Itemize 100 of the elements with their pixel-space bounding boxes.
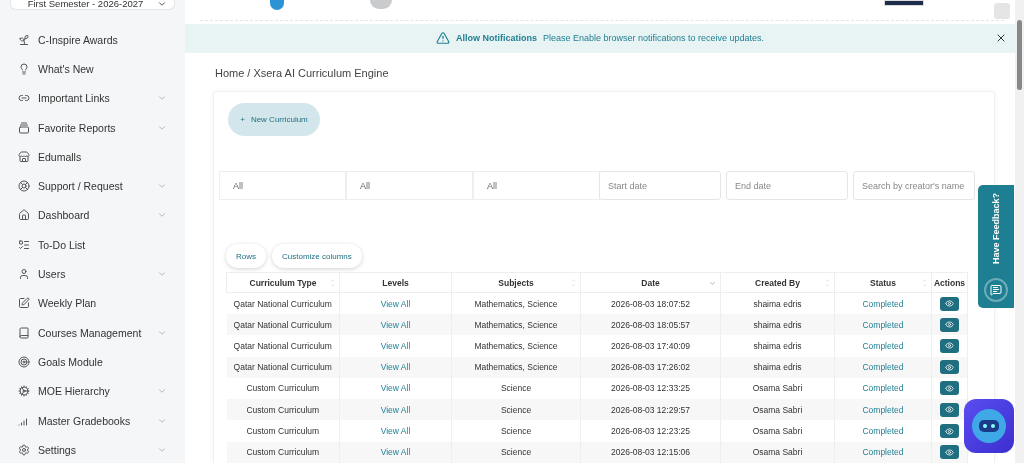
- view-button[interactable]: [940, 338, 959, 353]
- table-cell: Science: [500, 383, 532, 394]
- column-header[interactable]: Levels: [339, 272, 452, 293]
- status-link[interactable]: Completed: [862, 383, 904, 394]
- notification-title: Allow Notifications: [455, 33, 537, 44]
- table-option-button[interactable]: Rows: [226, 244, 266, 269]
- sidebar-icon: [18, 443, 30, 456]
- chatbot-button[interactable]: [964, 399, 1014, 453]
- caret-icon: [157, 0, 168, 9]
- scrollbar[interactable]: [1015, 0, 1024, 463]
- sidebar-item[interactable]: MOE Hierarchy: [10, 376, 175, 406]
- filter-select[interactable]: All: [219, 171, 346, 201]
- sidebar-item[interactable]: Dashboard: [10, 200, 175, 231]
- table-cell: 2026-08-03 12:29:57: [611, 404, 690, 415]
- view-button[interactable]: [940, 317, 959, 332]
- column-header[interactable]: Status: [834, 272, 932, 293]
- sidebar-item[interactable]: Weekly Plan: [10, 288, 175, 318]
- breadcrumb-item: Xsera AI Curriculum Engine: [253, 67, 389, 80]
- breadcrumb-separator: /: [247, 67, 251, 80]
- notification-message: Please Enable browser notifications to receive updates.: [542, 33, 765, 44]
- table-cell: 2026-08-03 17:26:02: [611, 362, 690, 373]
- eye-icon: [945, 341, 954, 351]
- table-cell: Science: [500, 426, 532, 437]
- table-cell: Osama Sabri: [752, 404, 803, 415]
- message-icon: [984, 278, 1008, 302]
- column-header[interactable]: Actions: [931, 272, 968, 293]
- view-all-link[interactable]: View All: [380, 319, 411, 330]
- new-curriculum-button[interactable]: + New Curriculum: [228, 103, 320, 137]
- status-link[interactable]: Completed: [862, 298, 904, 309]
- column-header[interactable]: Curriculum Type: [226, 272, 340, 293]
- table-cell: shaima edris: [753, 319, 802, 330]
- table-cell: Qatar National Curriculum: [233, 319, 332, 330]
- sidebar-item[interactable]: Courses Management: [10, 317, 175, 348]
- search-field[interactable]: Search by creator's name: [853, 171, 975, 201]
- column-header[interactable]: Subjects: [451, 272, 581, 293]
- table-cell: Science: [500, 404, 532, 415]
- view-button[interactable]: [940, 424, 959, 439]
- view-all-link[interactable]: View All: [380, 362, 411, 373]
- sidebar-icon: [18, 268, 30, 280]
- table-cell: Custom Curriculum: [246, 404, 320, 415]
- sidebar-item[interactable]: Edumalls: [10, 142, 175, 172]
- eye-icon: [945, 383, 954, 393]
- eye-icon: [945, 426, 954, 436]
- sidebar-icon: [18, 121, 30, 134]
- sidebar-item[interactable]: What's New: [10, 54, 175, 84]
- sidebar-icon: [18, 297, 30, 310]
- sidebar-item[interactable]: Users: [10, 259, 175, 289]
- feedback-tab[interactable]: Have Feedback?: [978, 185, 1014, 308]
- column-header[interactable]: Created By: [720, 272, 835, 293]
- sidebar-item[interactable]: C-Inspire Awards: [10, 25, 175, 55]
- table-cell: Osama Sabri: [752, 426, 803, 437]
- table-cell: 2026-08-03 18:05:57: [611, 319, 690, 330]
- view-button[interactable]: [940, 296, 959, 311]
- table-cell: shaima edris: [753, 362, 802, 373]
- table-cell: 2026-08-03 12:23:25: [611, 426, 690, 437]
- table-cell: Mathematics, Science: [474, 298, 558, 309]
- sidebar-item[interactable]: Favorite Reports: [10, 112, 175, 143]
- view-all-link[interactable]: View All: [380, 298, 411, 309]
- sidebar-item[interactable]: Goals Module: [10, 347, 175, 377]
- sidebar-item[interactable]: Master Gradebooks: [10, 405, 175, 436]
- table-cell: Osama Sabri: [752, 447, 803, 458]
- sidebar-item[interactable]: Settings: [10, 435, 175, 463]
- table-cell: 2026-08-03 17:40:09: [611, 340, 690, 351]
- column-header[interactable]: Date: [580, 272, 721, 293]
- eye-icon: [945, 405, 954, 415]
- sidebar-item[interactable]: Support / Request: [10, 171, 175, 201]
- view-button[interactable]: [940, 360, 959, 375]
- table-cell: Custom Curriculum: [246, 447, 320, 458]
- view-all-link[interactable]: View All: [380, 426, 411, 437]
- view-all-link[interactable]: View All: [380, 383, 411, 394]
- semester-dropdown[interactable]: First Semester - 2026-2027: [10, 0, 175, 10]
- table-cell: Qatar National Curriculum: [233, 340, 332, 351]
- sidebar-icon: [18, 150, 30, 163]
- table-option-button[interactable]: Customize columns: [272, 244, 362, 269]
- sidebar-icon: [18, 62, 30, 75]
- view-button[interactable]: [940, 445, 959, 460]
- sidebar-item[interactable]: Important Links: [10, 83, 175, 113]
- sidebar-icon: [18, 326, 30, 339]
- view-all-link[interactable]: View All: [380, 404, 411, 415]
- status-link[interactable]: Completed: [862, 340, 904, 351]
- view-all-link[interactable]: View All: [380, 447, 411, 458]
- sidebar-icon: [18, 385, 30, 398]
- table-cell: Custom Curriculum: [246, 383, 320, 394]
- robot-icon: [970, 407, 1008, 445]
- table-cell: Mathematics, Science: [474, 362, 558, 373]
- breadcrumb-item[interactable]: Home: [215, 67, 245, 80]
- sidebar-icon: [18, 33, 30, 46]
- filter-select[interactable]: All: [473, 171, 600, 201]
- table-cell: Qatar National Curriculum: [233, 298, 332, 309]
- sidebar-item[interactable]: To-Do List: [10, 230, 175, 260]
- status-link[interactable]: Completed: [862, 426, 904, 437]
- filter-select[interactable]: All: [346, 171, 473, 201]
- end-date-field[interactable]: End date: [726, 171, 848, 201]
- avatar: [370, 0, 392, 9]
- view-button[interactable]: [940, 381, 959, 396]
- view-all-link[interactable]: View All: [380, 340, 411, 351]
- table-cell: Mathematics, Science: [474, 319, 558, 330]
- table-cell: shaima edris: [753, 340, 802, 351]
- view-button[interactable]: [940, 402, 959, 417]
- start-date-field[interactable]: Start date: [599, 171, 721, 201]
